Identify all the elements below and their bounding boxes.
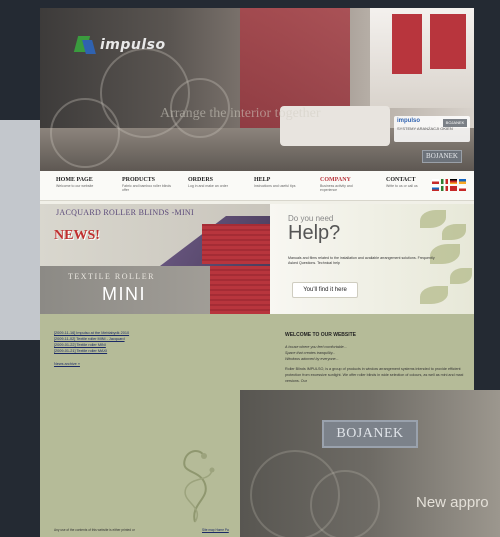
nav-contact[interactable]: CONTACT Write to us or call us <box>370 171 436 200</box>
welcome-title: WELCOME TO OUR WEBSITE <box>285 332 357 338</box>
language-flag-icon[interactable] <box>459 179 466 184</box>
language-flags <box>432 179 466 191</box>
site-logo[interactable]: impulso <box>73 34 166 56</box>
nav-products[interactable]: PRODUCTS Fabric and bamboo roller blinds… <box>106 171 172 200</box>
impulso-logo-icon <box>73 34 96 56</box>
footer-links[interactable]: Site map Home Pa <box>202 528 229 532</box>
bojanek-logo-large[interactable]: BOJANEK <box>322 420 418 448</box>
main-nav: HOME PAGE Welcome to our website PRODUCT… <box>40 171 474 201</box>
footer-text: Any use of the contents of this website … <box>54 528 135 532</box>
language-flag-icon[interactable] <box>441 179 448 184</box>
news-badge: NEWS! <box>54 228 100 243</box>
language-flag-icon[interactable] <box>432 186 439 191</box>
news-list: [2009-11-16] Impulso at the Meblabydk 20… <box>54 330 129 366</box>
help-button[interactable]: You'll find it here <box>292 282 358 298</box>
backdrop-panel <box>0 120 40 340</box>
welcome-lines: A house where you feel comfortable... Sp… <box>285 345 347 361</box>
nav-company[interactable]: COMPANY Business activity and experience <box>304 171 370 200</box>
overlay-tagline: New appro <box>416 494 489 511</box>
nav-home[interactable]: HOME PAGE Welcome to our website <box>40 171 106 200</box>
overlapping-window: BOJANEK New appro <box>240 390 500 537</box>
ornament-decoration <box>183 450 215 523</box>
textile-mini: MINI <box>102 284 146 304</box>
help-description: Manuals and films related to the install… <box>288 256 435 265</box>
textile-banner[interactable]: TEXTILE ROLLER MINI <box>40 266 270 314</box>
nav-orders[interactable]: ORDERS Log in and make an order <box>172 171 238 200</box>
news-archive-link[interactable]: News archive » <box>54 362 129 366</box>
language-flag-icon[interactable] <box>432 179 439 184</box>
header-hero: impulso Arrange the interior together im… <box>40 8 474 171</box>
logo-text: impulso <box>100 37 166 53</box>
nav-help[interactable]: HELP Instructions and useful tips <box>238 171 304 200</box>
textile-title: TEXTILE ROLLER <box>68 272 155 281</box>
language-flag-icon[interactable] <box>459 186 466 191</box>
bojanek-logo[interactable]: BOJANEK <box>422 150 462 163</box>
language-flag-icon[interactable] <box>450 179 457 184</box>
help-panel: Do you need Help? Manuals and films rela… <box>270 204 474 314</box>
news-link[interactable]: [2009-01-21] Textile roller MAXI <box>54 348 129 354</box>
jacquard-banner[interactable]: JACQUARD ROLLER BLINDS -MINI NEWS! <box>40 204 270 266</box>
jacquard-title: JACQUARD ROLLER BLINDS -MINI <box>56 208 194 217</box>
help-heading: Help? <box>288 222 341 244</box>
brand-badge: impulso SYSTEMY ARANŻACJI OKIEN BOJANEK <box>394 116 470 142</box>
language-flag-icon[interactable] <box>441 186 448 191</box>
hero-tagline: Arrange the interior together <box>160 106 321 121</box>
language-flag-icon[interactable] <box>450 186 457 191</box>
welcome-body: Roller Blinds IMPULSO, is a group of pro… <box>285 367 464 383</box>
